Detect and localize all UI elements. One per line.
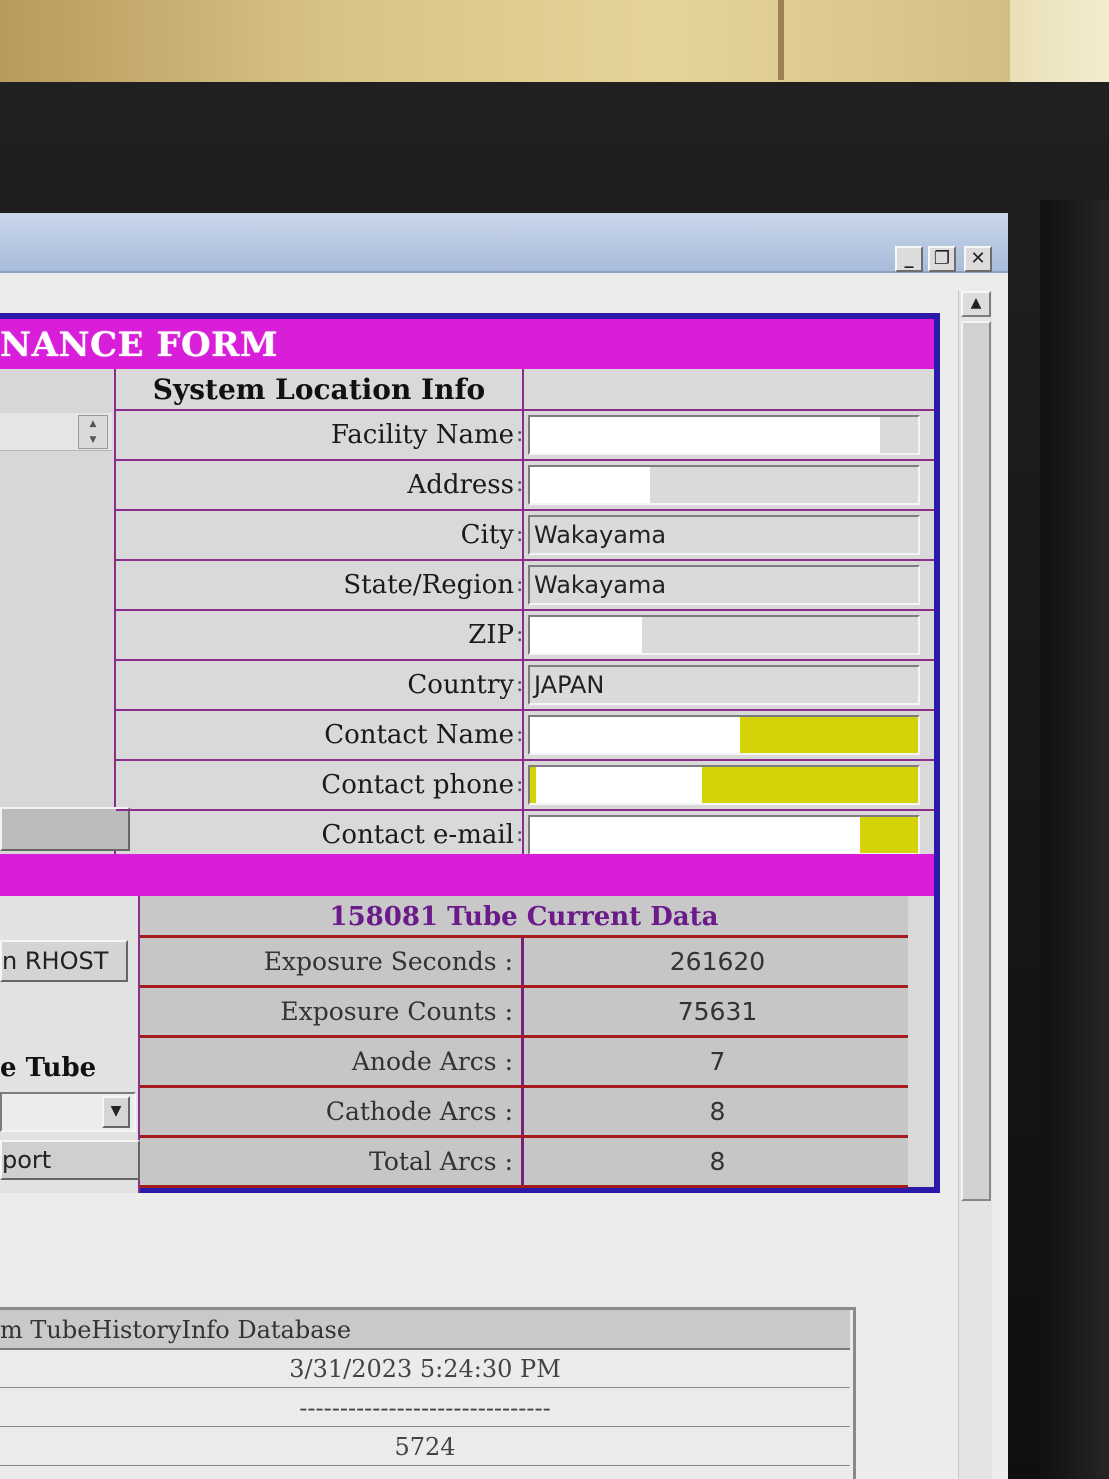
field-colon: : bbox=[516, 661, 524, 709]
field-label: Contact phone bbox=[321, 770, 514, 800]
rhost-button[interactable]: n RHOST bbox=[0, 940, 128, 982]
redaction bbox=[536, 767, 702, 803]
zip-input[interactable] bbox=[528, 615, 920, 655]
table-row: Anode Arcs : 7 bbox=[140, 1038, 908, 1088]
location-row-city: City : Wakayama bbox=[116, 511, 934, 561]
left-spin-field[interactable]: ▲ ▼ bbox=[0, 413, 112, 451]
spin-arrows-icon[interactable]: ▲ ▼ bbox=[78, 415, 108, 449]
field-colon: : bbox=[516, 461, 524, 509]
field-label: Country bbox=[407, 670, 514, 700]
row-value: 8 bbox=[709, 1097, 726, 1126]
city-input[interactable]: Wakayama bbox=[528, 515, 920, 555]
row-label: Exposure Seconds : bbox=[140, 938, 524, 985]
row-value: 7 bbox=[709, 1047, 726, 1076]
location-row-facility: Facility Name : bbox=[116, 411, 934, 461]
screen: _ ❐ ✕ ▲ NANCE FORM ▲ ▼ System Location I… bbox=[0, 213, 1008, 1479]
field-label: Contact Name bbox=[324, 720, 514, 750]
redaction bbox=[530, 617, 642, 653]
system-location-table: System Location Info Facility Name : Add… bbox=[116, 369, 934, 861]
row-label: Exposure Counts : bbox=[140, 988, 524, 1035]
row-label: Total Arcs : bbox=[140, 1138, 524, 1185]
close-button[interactable]: ✕ bbox=[964, 246, 992, 272]
field-colon: : bbox=[516, 711, 524, 759]
location-row-address: Address : bbox=[116, 461, 934, 511]
report-button[interactable]: port bbox=[0, 1140, 140, 1180]
scroll-thumb[interactable] bbox=[961, 321, 991, 1201]
address-input[interactable] bbox=[528, 465, 920, 505]
scroll-up-arrow-icon[interactable]: ▲ bbox=[961, 291, 991, 317]
facility-name-input[interactable] bbox=[528, 415, 920, 455]
chevron-down-icon[interactable]: ▼ bbox=[102, 1096, 130, 1128]
table-row: Exposure Seconds : 261620 bbox=[140, 938, 908, 988]
state-region-input[interactable]: Wakayama bbox=[528, 565, 920, 605]
location-row-contact-name: Contact Name : bbox=[116, 711, 934, 761]
location-row-contact-phone: Contact phone : bbox=[116, 761, 934, 811]
row-value: 261620 bbox=[669, 947, 766, 976]
row-value: 8 bbox=[709, 1147, 726, 1176]
location-title-row: System Location Info bbox=[116, 369, 934, 411]
tube-select[interactable]: ▼ bbox=[0, 1092, 136, 1132]
field-label: Facility Name bbox=[331, 420, 514, 450]
section-divider-bar bbox=[0, 854, 934, 896]
field-label: City bbox=[460, 520, 514, 550]
maintenance-form: NANCE FORM ▲ ▼ System Location Info Faci… bbox=[0, 313, 940, 1193]
location-row-zip: ZIP : bbox=[116, 611, 934, 661]
left-column: ▲ ▼ bbox=[0, 369, 130, 854]
field-label: ZIP bbox=[468, 620, 514, 650]
location-row-state: State/Region : Wakayama bbox=[116, 561, 934, 611]
contact-phone-input[interactable] bbox=[528, 765, 920, 805]
location-section-title: System Location Info bbox=[116, 369, 524, 411]
field-colon: : bbox=[516, 761, 524, 809]
tube-history-database-panel: m TubeHistoryInfo Database 3/31/2023 5:2… bbox=[0, 1307, 856, 1479]
tube-current-table: 158081 Tube Current Data Exposure Second… bbox=[140, 896, 908, 1188]
country-input[interactable]: JAPAN bbox=[528, 665, 920, 705]
field-colon: : bbox=[516, 511, 524, 559]
background-pole bbox=[778, 0, 784, 80]
location-row-country: Country : JAPAN bbox=[116, 661, 934, 711]
minimize-button[interactable]: _ bbox=[895, 246, 923, 272]
field-colon: : bbox=[516, 411, 524, 459]
table-row: Total Arcs : 8 bbox=[140, 1138, 908, 1188]
row-label: Cathode Arcs : bbox=[140, 1088, 524, 1135]
vertical-scrollbar[interactable]: ▲ bbox=[958, 291, 992, 1479]
database-separator: ------------------------------- bbox=[0, 1389, 850, 1427]
contact-name-input[interactable] bbox=[528, 715, 920, 755]
field-colon: : bbox=[516, 611, 524, 659]
row-value: 75631 bbox=[677, 997, 758, 1026]
row-label: Anode Arcs : bbox=[140, 1038, 524, 1085]
tube-section-title: 158081 Tube Current Data bbox=[140, 896, 908, 938]
field-colon: : bbox=[516, 811, 524, 859]
tube-label: e Tube bbox=[0, 1053, 97, 1083]
tube-left-panel: n RHOST e Tube ▼ port bbox=[0, 896, 140, 1193]
monitor-bezel-side bbox=[1040, 200, 1109, 1479]
restore-button[interactable]: ❐ bbox=[928, 246, 956, 272]
field-label: Contact e-mail bbox=[321, 820, 514, 850]
window-titlebar: _ ❐ ✕ bbox=[0, 213, 1008, 273]
redaction bbox=[530, 817, 860, 853]
left-button[interactable] bbox=[0, 807, 130, 851]
field-label: Address bbox=[407, 470, 514, 500]
redaction bbox=[530, 467, 650, 503]
redaction bbox=[530, 717, 740, 753]
field-label: State/Region bbox=[343, 570, 514, 600]
table-row: Cathode Arcs : 8 bbox=[140, 1088, 908, 1138]
redaction bbox=[530, 417, 880, 453]
database-header: m TubeHistoryInfo Database bbox=[0, 1310, 850, 1350]
database-timestamp: 3/31/2023 5:24:30 PM bbox=[0, 1350, 850, 1388]
field-colon: : bbox=[516, 561, 524, 609]
table-row: Exposure Counts : 75631 bbox=[140, 988, 908, 1038]
database-value: 5724 bbox=[0, 1428, 850, 1466]
contact-email-input[interactable] bbox=[528, 815, 920, 855]
form-header-title: NANCE FORM bbox=[0, 319, 934, 369]
